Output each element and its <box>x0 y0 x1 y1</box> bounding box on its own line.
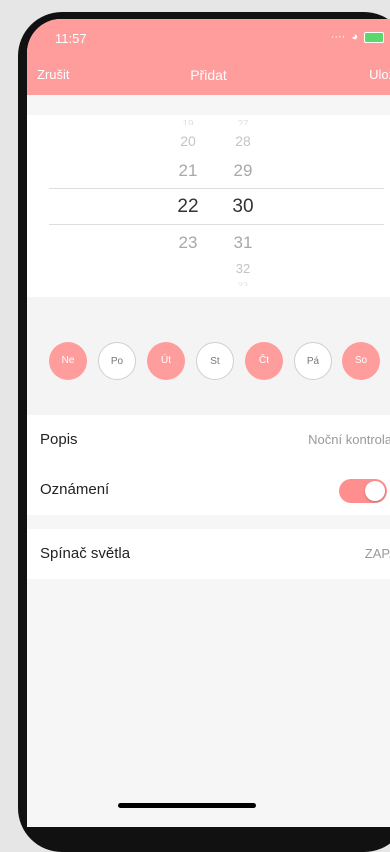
minute-option[interactable]: 28 <box>213 133 273 149</box>
description-value: Noční kontrola <box>308 432 390 447</box>
screen: 11:57 ···· ◕ Zrušit Přidat Uloži 19 20 2… <box>27 19 390 827</box>
minute-option[interactable]: 32 <box>213 261 273 276</box>
battery-icon <box>364 31 384 43</box>
time-picker[interactable]: 19 20 21 22 23 27 28 29 30 31 32 33 <box>27 115 390 297</box>
status-icons: ···· ◕ <box>331 31 384 43</box>
minute-option[interactable]: 27 <box>213 119 273 125</box>
description-row[interactable]: Popis Noční kontrola <box>27 415 390 466</box>
day-toggle-so[interactable]: So <box>342 342 380 380</box>
light-switch-row[interactable]: Spínač světla ZAP. <box>27 529 390 579</box>
day-toggle-ut[interactable]: Út <box>147 342 185 380</box>
weekday-selector: Ne Po Út St Čt Pá So <box>27 297 390 415</box>
signal-icon: ···· <box>330 31 346 43</box>
day-toggle-pa[interactable]: Pá <box>294 342 332 380</box>
save-button[interactable]: Uloži <box>369 67 390 82</box>
page-title: Přidat <box>190 67 227 83</box>
day-toggle-ne[interactable]: Ne <box>49 342 87 380</box>
home-indicator[interactable] <box>118 803 256 808</box>
notification-toggle[interactable] <box>339 479 387 503</box>
minute-option[interactable]: 33 <box>213 281 273 286</box>
hour-option[interactable]: 19 <box>158 119 218 125</box>
day-toggle-ct[interactable]: Čt <box>245 342 283 380</box>
hour-option[interactable]: 21 <box>158 161 218 181</box>
notification-label: Oznámení <box>40 481 110 498</box>
day-toggle-po[interactable]: Po <box>98 342 136 380</box>
day-toggle-st[interactable]: St <box>196 342 234 380</box>
toggle-knob <box>365 481 385 501</box>
wifi-icon: ◕ <box>351 31 358 43</box>
notification-row: Oznámení <box>27 465 390 515</box>
minute-option-selected[interactable]: 30 <box>213 196 273 218</box>
minute-option[interactable]: 31 <box>213 233 273 253</box>
picker-selection-top-line <box>49 188 384 189</box>
hour-option-selected[interactable]: 22 <box>158 196 218 218</box>
status-time: 11:57 <box>55 31 87 46</box>
hour-option[interactable]: 23 <box>158 233 218 253</box>
description-label: Popis <box>40 431 78 448</box>
light-switch-label: Spínač světla <box>40 545 131 562</box>
header: 11:57 ···· ◕ Zrušit Přidat Uloži <box>27 19 390 95</box>
light-switch-value: ZAP. <box>364 546 390 561</box>
hour-option[interactable]: 20 <box>158 133 218 149</box>
picker-selection-bottom-line <box>49 224 384 225</box>
minute-option[interactable]: 29 <box>213 161 273 181</box>
